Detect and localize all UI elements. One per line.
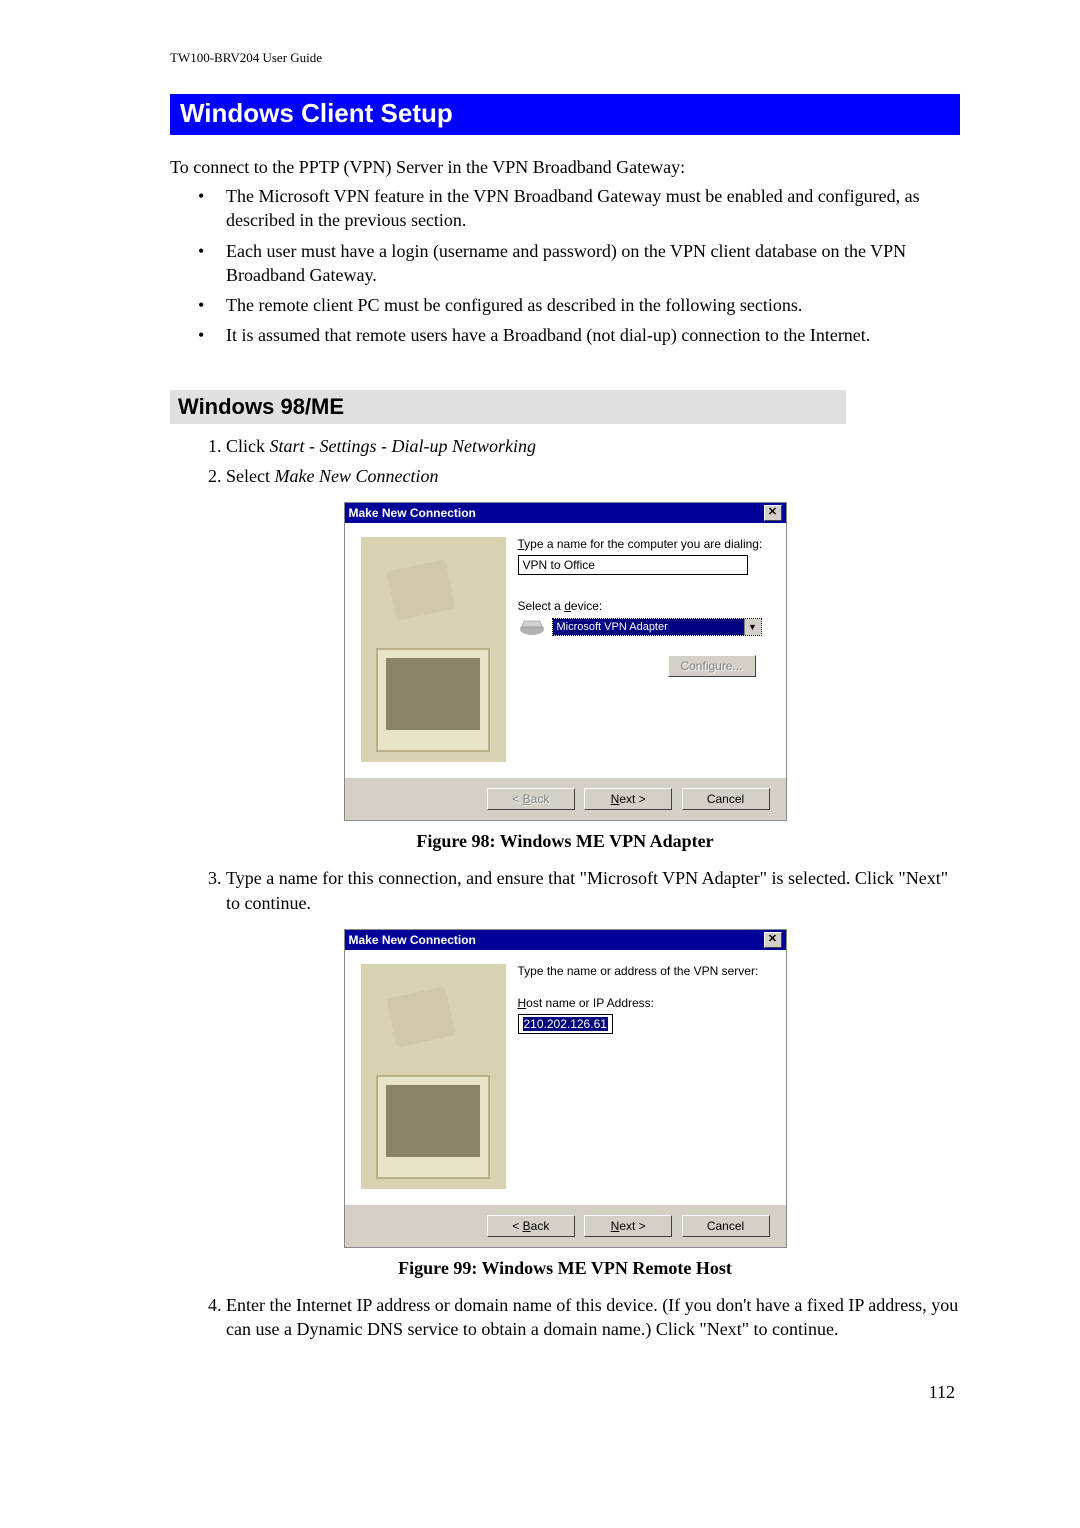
label-underline: d bbox=[564, 599, 571, 613]
cancel-button[interactable]: Cancel bbox=[682, 788, 770, 810]
dialog-make-new-connection-1: Make New Connection ✕ Type a name for th… bbox=[344, 502, 787, 821]
configure-button: Configure... bbox=[668, 655, 756, 677]
wizard-graphic bbox=[361, 537, 506, 762]
label-underline: H bbox=[518, 996, 527, 1010]
btn-text: ext > bbox=[619, 792, 645, 806]
dialog-title: Make New Connection bbox=[349, 933, 476, 947]
device-select[interactable]: Microsoft VPN Adapter ▼ bbox=[552, 618, 762, 636]
label-text: Select a bbox=[518, 599, 565, 613]
step-text-italic: Start - Settings - Dial-up Networking bbox=[270, 436, 536, 456]
steps-list: Click Start - Settings - Dial-up Network… bbox=[170, 434, 960, 489]
chevron-down-icon[interactable]: ▼ bbox=[744, 619, 761, 635]
cancel-button[interactable]: Cancel bbox=[682, 1215, 770, 1237]
phone-icon bbox=[386, 986, 455, 1047]
dialog-make-new-connection-2: Make New Connection ✕ Type the name or a… bbox=[344, 929, 787, 1248]
back-button: < Back bbox=[487, 788, 575, 810]
label-text: ost name or IP Address: bbox=[526, 996, 654, 1010]
page-header: TW100-BRV204 User Guide bbox=[170, 50, 960, 66]
device-select-value: Microsoft VPN Adapter bbox=[553, 619, 744, 635]
step-item: Click Start - Settings - Dial-up Network… bbox=[226, 434, 960, 458]
figure-caption: Figure 98: Windows ME VPN Adapter bbox=[170, 831, 960, 852]
wizard-graphic bbox=[361, 964, 506, 1189]
step-text: Select bbox=[226, 466, 274, 486]
server-label: Type the name or address of the VPN serv… bbox=[518, 964, 770, 978]
back-button[interactable]: < Back bbox=[487, 1215, 575, 1237]
intro-text: To connect to the PPTP (VPN) Server in t… bbox=[170, 157, 960, 178]
dialog-footer: < Back Next > Cancel bbox=[345, 777, 786, 820]
monitor-icon bbox=[376, 1075, 490, 1179]
btn-text: < bbox=[512, 792, 522, 806]
label-text: evice: bbox=[571, 599, 602, 613]
btn-text: ack bbox=[531, 1219, 550, 1233]
list-item: The Microsoft VPN feature in the VPN Bro… bbox=[226, 184, 960, 233]
btn-underline: B bbox=[523, 792, 531, 806]
dialog-footer: < Back Next > Cancel bbox=[345, 1204, 786, 1247]
name-label: Type a name for the computer you are dia… bbox=[518, 537, 770, 551]
adapter-icon bbox=[518, 617, 546, 637]
step-text: Click bbox=[226, 436, 270, 456]
label-text: ype a name for the computer you are dial… bbox=[524, 537, 762, 551]
figure-caption: Figure 99: Windows ME VPN Remote Host bbox=[170, 1258, 960, 1279]
list-item: The remote client PC must be configured … bbox=[226, 293, 960, 317]
btn-underline: N bbox=[611, 792, 620, 806]
dialog-titlebar: Make New Connection ✕ bbox=[345, 503, 786, 523]
device-label: Select a device: bbox=[518, 599, 770, 613]
host-address-input[interactable]: 210.202.126.61 bbox=[518, 1014, 613, 1034]
btn-text: < bbox=[512, 1219, 522, 1233]
step-item: Enter the Internet IP address or domain … bbox=[226, 1293, 960, 1342]
requirements-list: The Microsoft VPN feature in the VPN Bro… bbox=[170, 184, 960, 348]
steps-list-cont2: Enter the Internet IP address or domain … bbox=[170, 1293, 960, 1342]
dialog-title: Make New Connection bbox=[349, 506, 476, 520]
next-button[interactable]: Next > bbox=[584, 1215, 672, 1237]
host-label: Host name or IP Address: bbox=[518, 996, 770, 1010]
connection-name-input[interactable] bbox=[518, 555, 748, 575]
step-item: Type a name for this connection, and ens… bbox=[226, 866, 960, 915]
section-title: Windows Client Setup bbox=[170, 94, 960, 135]
btn-underline: B bbox=[523, 1219, 531, 1233]
monitor-icon bbox=[376, 648, 490, 752]
btn-text: ext > bbox=[619, 1219, 645, 1233]
next-button[interactable]: Next > bbox=[584, 788, 672, 810]
list-item: Each user must have a login (username an… bbox=[226, 239, 960, 288]
step-text-italic: Make New Connection bbox=[274, 466, 438, 486]
list-item: It is assumed that remote users have a B… bbox=[226, 323, 960, 347]
dialog-titlebar: Make New Connection ✕ bbox=[345, 930, 786, 950]
host-address-value: 210.202.126.61 bbox=[523, 1017, 608, 1031]
page-number: 112 bbox=[170, 1382, 955, 1403]
btn-text: ack bbox=[531, 792, 550, 806]
btn-underline: N bbox=[611, 1219, 620, 1233]
sub-section-title: Windows 98/ME bbox=[170, 390, 846, 424]
close-icon[interactable]: ✕ bbox=[764, 932, 782, 948]
phone-icon bbox=[386, 560, 455, 621]
steps-list-cont1: Type a name for this connection, and ens… bbox=[170, 866, 960, 915]
close-icon[interactable]: ✕ bbox=[764, 505, 782, 521]
step-item: Select Make New Connection bbox=[226, 464, 960, 488]
